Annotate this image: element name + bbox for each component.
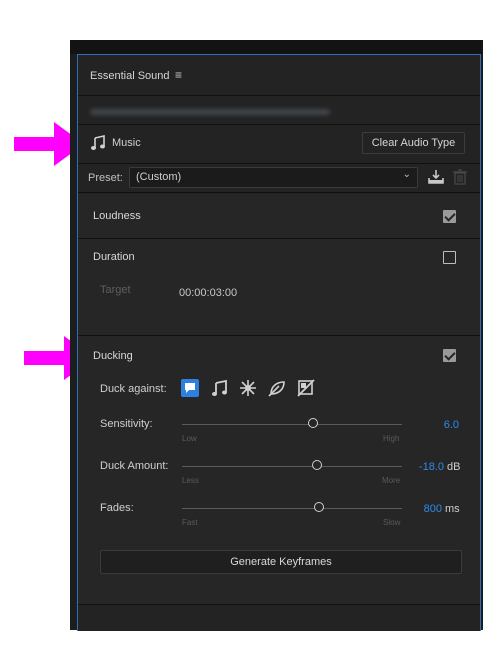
sensitivity-slider-handle[interactable] [308, 418, 318, 428]
hamburger-menu-icon[interactable]: ≡ [175, 68, 182, 82]
music-note-icon [91, 135, 105, 150]
generate-keyframes-button[interactable]: Generate Keyframes [100, 550, 462, 574]
ducking-title: Ducking [93, 350, 133, 362]
panel-header: Essential Sound ≡ [78, 55, 480, 96]
sensitivity-min-label: Low [182, 434, 197, 443]
duck-amount-unit: dB [447, 461, 461, 473]
fades-min-label: Fast [182, 518, 198, 527]
loudness-section: Loudness [78, 194, 480, 239]
duck-amount-min-label: Less [182, 476, 199, 485]
duration-section: Duration Target 00:00:03:00 [78, 239, 480, 336]
preset-value: (Custom) [136, 171, 182, 183]
fades-max-label: Slow [383, 518, 401, 527]
trash-icon[interactable] [453, 169, 467, 185]
duck-amount-label: Duck Amount: [100, 460, 169, 472]
duck-amount-value[interactable]: -18.0 [404, 461, 444, 473]
chevron-down-icon: ⌄ [402, 169, 411, 180]
fades-slider-handle[interactable] [314, 502, 324, 512]
ducking-section: Ducking Duck against: Sensitivity: Low H… [78, 336, 480, 605]
target-value[interactable]: 00:00:03:00 [179, 287, 237, 299]
sfx-icon[interactable] [238, 378, 258, 398]
duck-amount-slider-track[interactable] [182, 466, 402, 467]
ambience-icon[interactable] [267, 378, 287, 398]
duration-title: Duration [93, 251, 135, 263]
fades-unit: ms [445, 503, 460, 515]
sensitivity-label: Sensitivity: [100, 418, 153, 430]
target-label: Target [100, 284, 131, 296]
duration-checkbox[interactable] [443, 251, 456, 264]
clear-audio-type-button[interactable]: Clear Audio Type [362, 132, 465, 154]
preset-dropdown[interactable]: (Custom) ⌄ [129, 167, 418, 188]
loudness-checkbox[interactable] [443, 210, 456, 223]
audio-type-label: Music [112, 137, 141, 149]
duck-against-label: Duck against: [100, 383, 167, 395]
clip-name-row [78, 96, 480, 125]
panel-top-bar [70, 40, 483, 54]
unassigned-icon[interactable] [296, 378, 316, 398]
fades-slider-track[interactable] [182, 508, 402, 509]
preset-label: Preset: [88, 172, 123, 184]
sensitivity-value[interactable]: 6.0 [418, 419, 459, 431]
fades-label: Fades: [100, 502, 134, 514]
sensitivity-max-label: High [383, 434, 400, 443]
sensitivity-slider-track[interactable] [182, 424, 402, 425]
loudness-title: Loudness [93, 210, 141, 222]
panel-frame: Essential Sound ≡ Music Clear Audio Type… [77, 54, 481, 631]
dialogue-icon[interactable] [180, 378, 200, 398]
duck-amount-max-label: More [382, 476, 401, 485]
audio-type-row: Music Clear Audio Type [78, 125, 480, 164]
essential-sound-panel: Essential Sound ≡ Music Clear Audio Type… [70, 40, 483, 631]
clip-name-blurred [90, 109, 330, 115]
preset-row: Preset: (Custom) ⌄ [78, 164, 480, 193]
save-preset-icon[interactable] [428, 169, 444, 185]
ducking-checkbox[interactable] [443, 349, 456, 362]
panel-title: Essential Sound [90, 70, 170, 82]
fades-value[interactable]: 800 [408, 503, 442, 515]
duck-amount-slider-handle[interactable] [312, 460, 322, 470]
music-icon[interactable] [210, 378, 230, 398]
